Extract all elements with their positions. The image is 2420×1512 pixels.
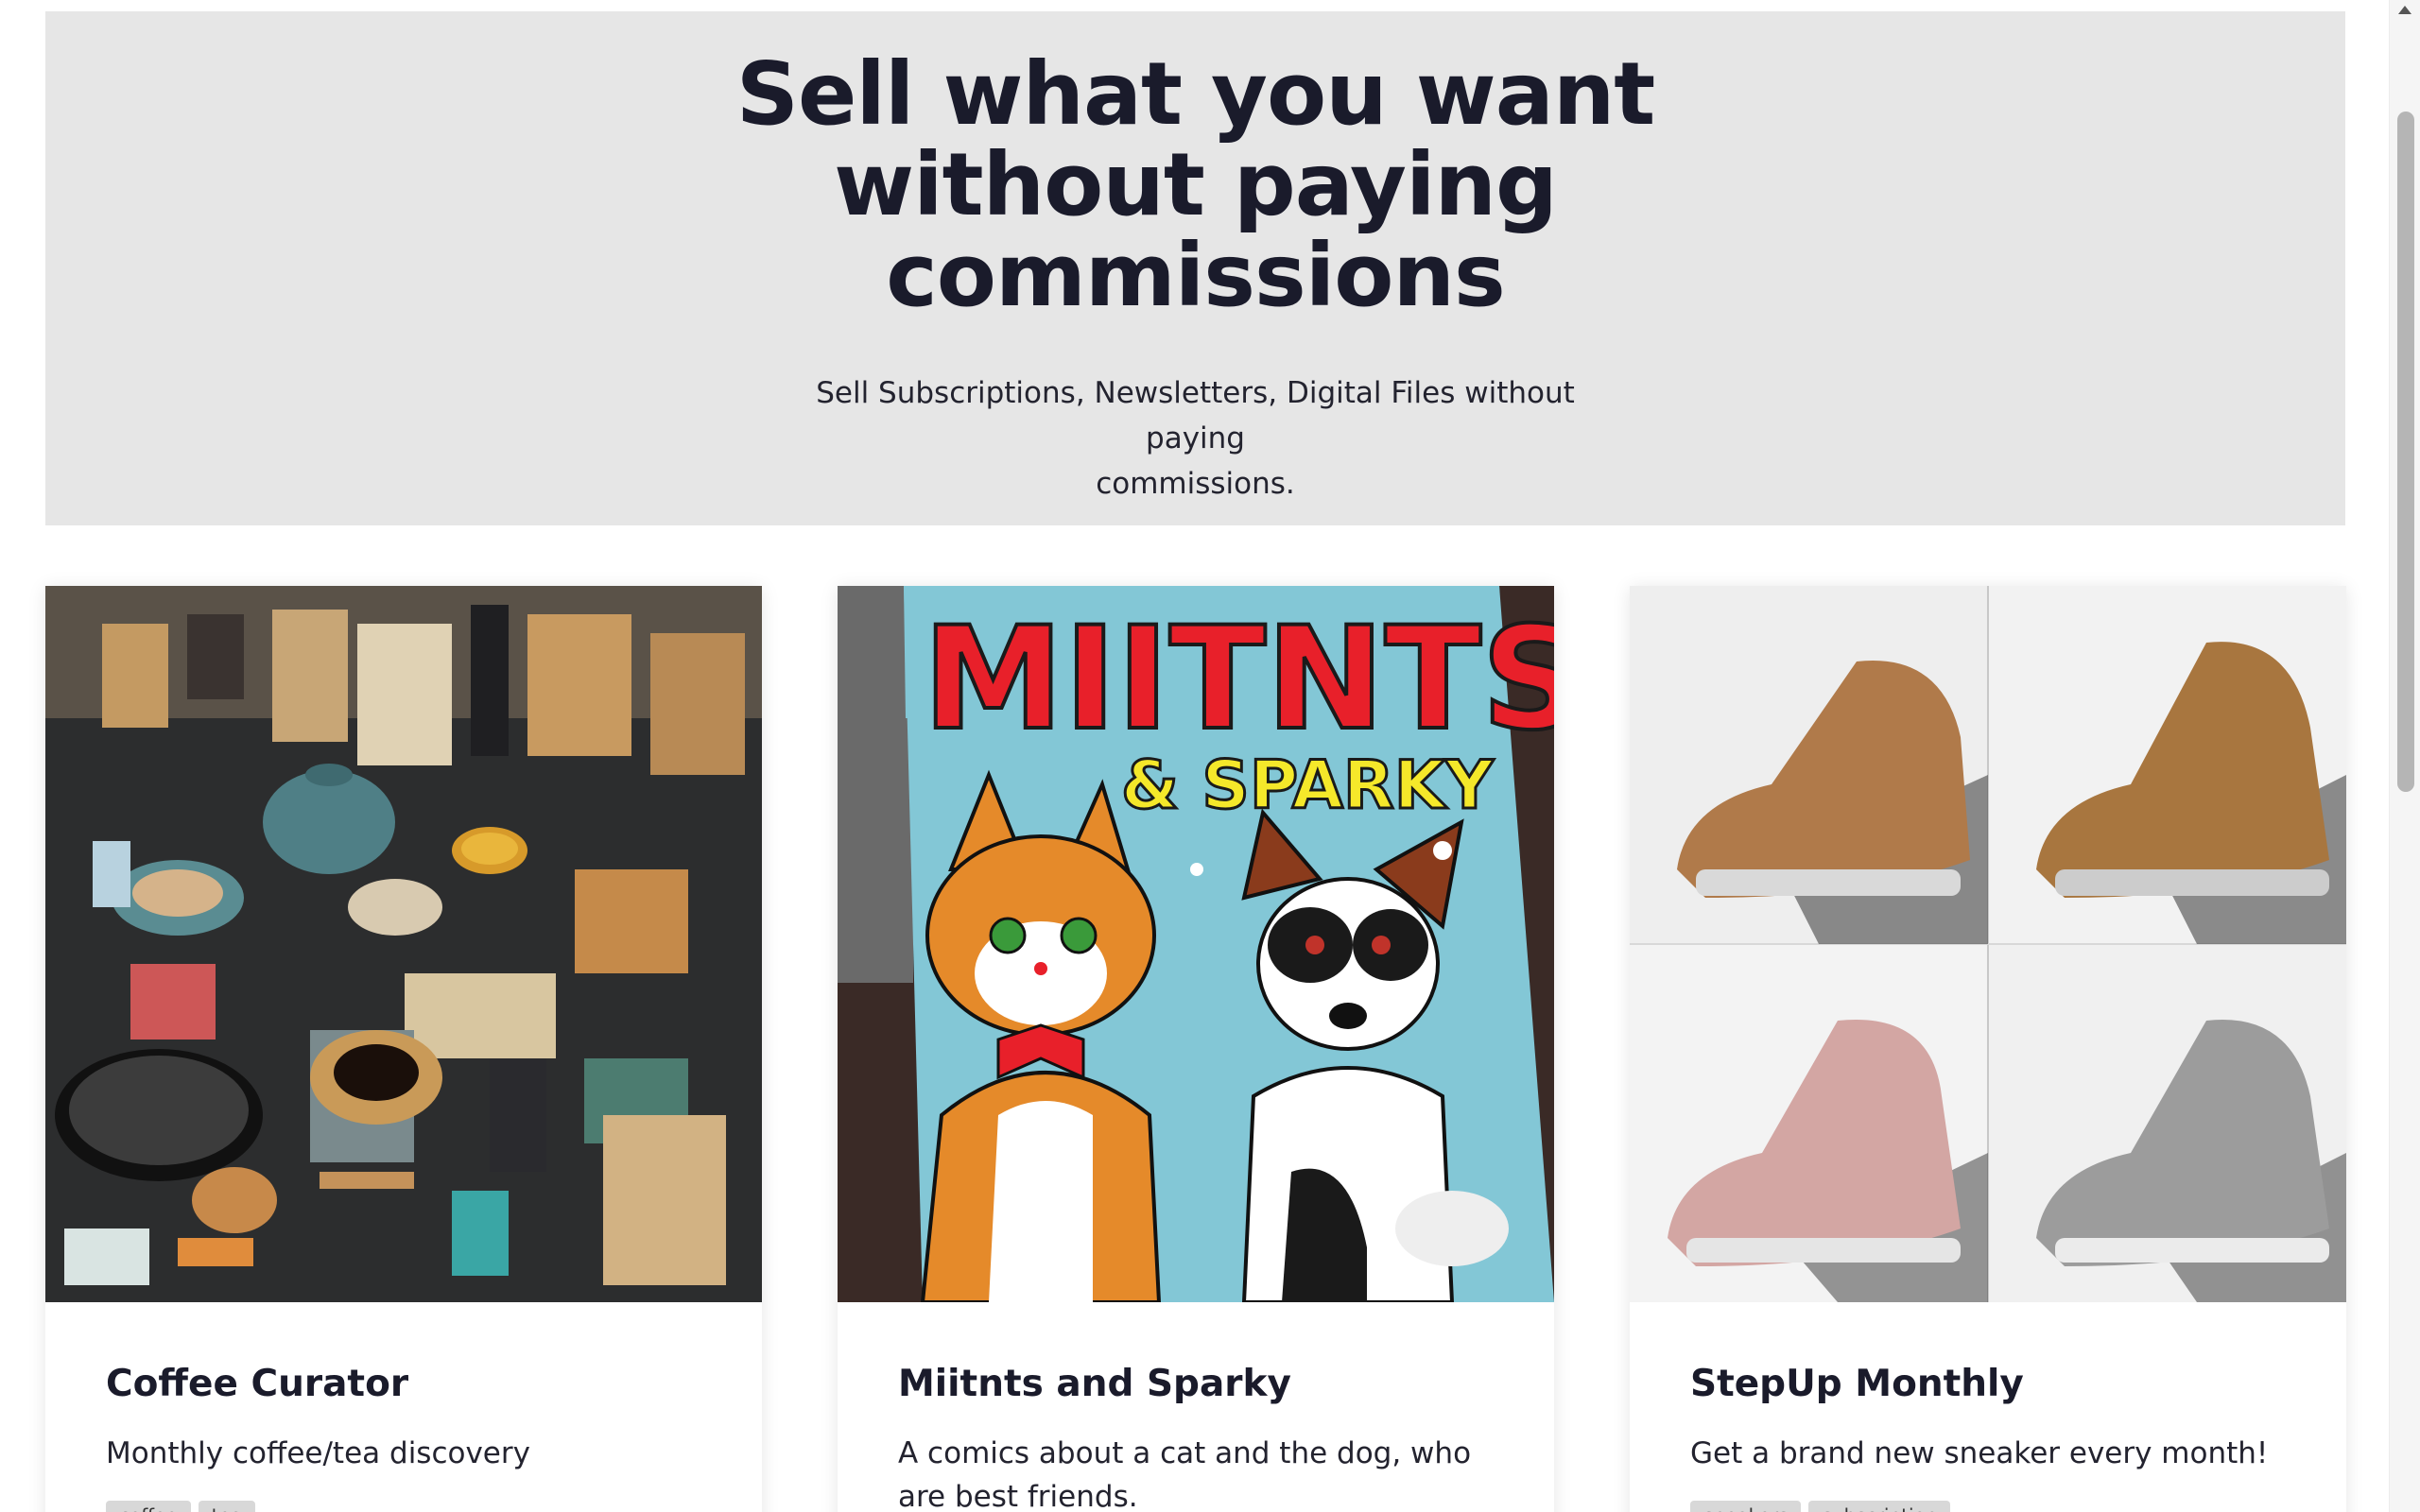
tag[interactable]: tea: [198, 1501, 256, 1512]
vertical-scrollbar[interactable]: [2389, 0, 2420, 1512]
sneakers-image[interactable]: [1630, 586, 2346, 1302]
comic-cover-subtitle: & SPARKY: [1121, 747, 1495, 824]
hero-title: Sell what you want without paying commis…: [723, 49, 1668, 321]
tag[interactable]: subscription: [1808, 1501, 1951, 1512]
hero-banner: Sell what you want without paying commis…: [45, 11, 2345, 525]
hero-subtitle-line-1: Sell Subscriptions, Newsletters, Digital…: [816, 376, 1575, 455]
product-card-coffee-curator[interactable]: Coffee Curator Monthly coffee/tea discov…: [45, 586, 762, 1512]
product-grid: Coffee Curator Monthly coffee/tea discov…: [45, 586, 2346, 1512]
scroll-up-arrow-icon[interactable]: [2398, 6, 2411, 14]
hero-title-line-1: Sell what you want: [735, 43, 1656, 145]
coffee-products-image[interactable]: [45, 586, 762, 1302]
tag[interactable]: sneakers: [1690, 1501, 1802, 1512]
card-title[interactable]: StepUp Monthly: [1690, 1363, 2024, 1405]
card-description: Monthly coffee/tea discovery: [106, 1436, 530, 1470]
hero-title-line-3: commissions: [886, 225, 1506, 326]
product-card-stepup-monthly[interactable]: StepUp Monthly Get a brand new sneaker e…: [1630, 586, 2346, 1512]
card-title[interactable]: Coffee Curator: [106, 1363, 408, 1405]
hero-title-line-2: without paying: [834, 134, 1558, 235]
card-description: Get a brand new sneaker every month!: [1690, 1436, 2269, 1470]
tag[interactable]: coffee: [106, 1501, 191, 1512]
page: Sell what you want without paying commis…: [0, 0, 2420, 1512]
comic-cover-image[interactable]: MIITNTS & SPARKY: [838, 586, 1554, 1302]
hero-subtitle-line-2: commissions.: [1096, 467, 1295, 501]
comic-cover-title: MIITNTS: [923, 597, 1554, 762]
card-tags: sneakers subscription: [1690, 1501, 1951, 1512]
product-card-miitnts-and-sparky[interactable]: MIITNTS & SPARKY Miitnts and Sparky A co…: [838, 586, 1554, 1512]
hero-subtitle: Sell Subscriptions, Newsletters, Digital…: [770, 370, 1621, 507]
scrollbar-thumb[interactable]: [2397, 112, 2414, 792]
card-tags: coffee tea: [106, 1501, 256, 1512]
card-title[interactable]: Miitnts and Sparky: [898, 1363, 1291, 1405]
card-description: A comics about a cat and the dog, who ar…: [898, 1436, 1472, 1512]
